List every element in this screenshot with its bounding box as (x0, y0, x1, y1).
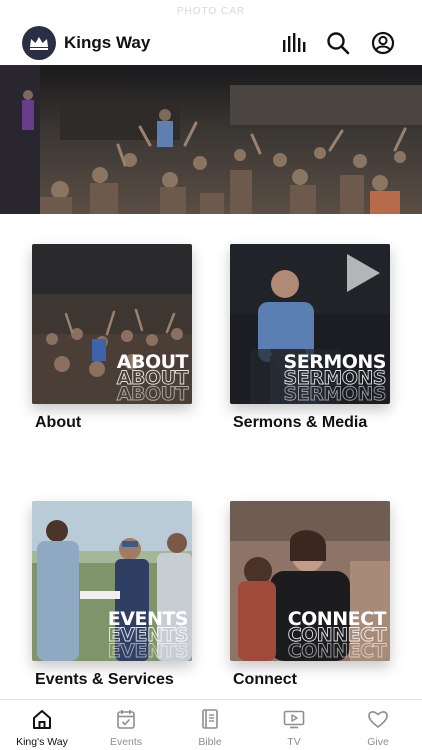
sermons-label[interactable]: Sermons & Media (233, 414, 367, 432)
events-card[interactable]: EVENTS EVENTS EVENTS (32, 501, 192, 661)
worship-photo (0, 65, 422, 214)
about-card[interactable]: ABOUT ABOUT ABOUT (32, 244, 192, 404)
connect-overlay-echo-2: CONNECT (287, 640, 387, 661)
crown-icon (30, 37, 48, 50)
tab-label-bible: Bible (198, 736, 222, 748)
tab-label-kings-way: King's Way (16, 736, 68, 748)
book-icon (202, 709, 218, 729)
events-overlay: EVENTS EVENTS EVENTS (107, 610, 189, 661)
about-overlay-echo-2: ABOUT (116, 383, 189, 404)
home-icon (33, 710, 51, 729)
hero-banner[interactable] (0, 65, 422, 214)
tab-bible[interactable]: Bible (168, 700, 252, 750)
about-label[interactable]: About (35, 414, 81, 432)
about-overlay: ABOUT ABOUT ABOUT (116, 353, 189, 404)
app-header: Kings Way (0, 22, 422, 66)
sermons-overlay: SERMONS SERMONS SERMONS (283, 353, 387, 404)
connect-card[interactable]: CONNECT CONNECT CONNECT (230, 501, 390, 661)
tab-tv[interactable]: TV (252, 700, 336, 750)
events-label[interactable]: Events & Services (35, 671, 174, 689)
tv-icon (283, 710, 305, 729)
sermons-card[interactable]: SERMONS SERMONS SERMONS (230, 244, 390, 404)
heart-icon (368, 711, 388, 728)
connect-overlay: CONNECT CONNECT CONNECT (287, 610, 387, 661)
bars-icon[interactable] (281, 30, 307, 56)
app-title: Kings Way (64, 33, 151, 52)
calendar-icon (117, 710, 135, 729)
tab-give[interactable]: Give (336, 700, 420, 750)
tab-label-events: Events (109, 736, 143, 748)
profile-icon[interactable] (370, 30, 396, 56)
sermons-overlay-echo-2: SERMONS (283, 383, 387, 404)
events-overlay-echo-2: EVENTS (107, 640, 189, 661)
tab-label-give: Give (367, 736, 389, 748)
tab-kings-way[interactable]: King's Way (0, 700, 84, 750)
connect-label[interactable]: Connect (233, 671, 297, 689)
bottom-tab-bar: King's Way Events Bible TV Give (0, 699, 422, 750)
status-text: PHOTO CAR (176, 6, 246, 17)
status-bar: PHOTO CAR (0, 0, 422, 22)
search-icon[interactable] (325, 30, 351, 56)
tab-events[interactable]: Events (84, 700, 168, 750)
tab-label-tv: TV (287, 736, 301, 748)
app-logo[interactable] (22, 26, 56, 60)
